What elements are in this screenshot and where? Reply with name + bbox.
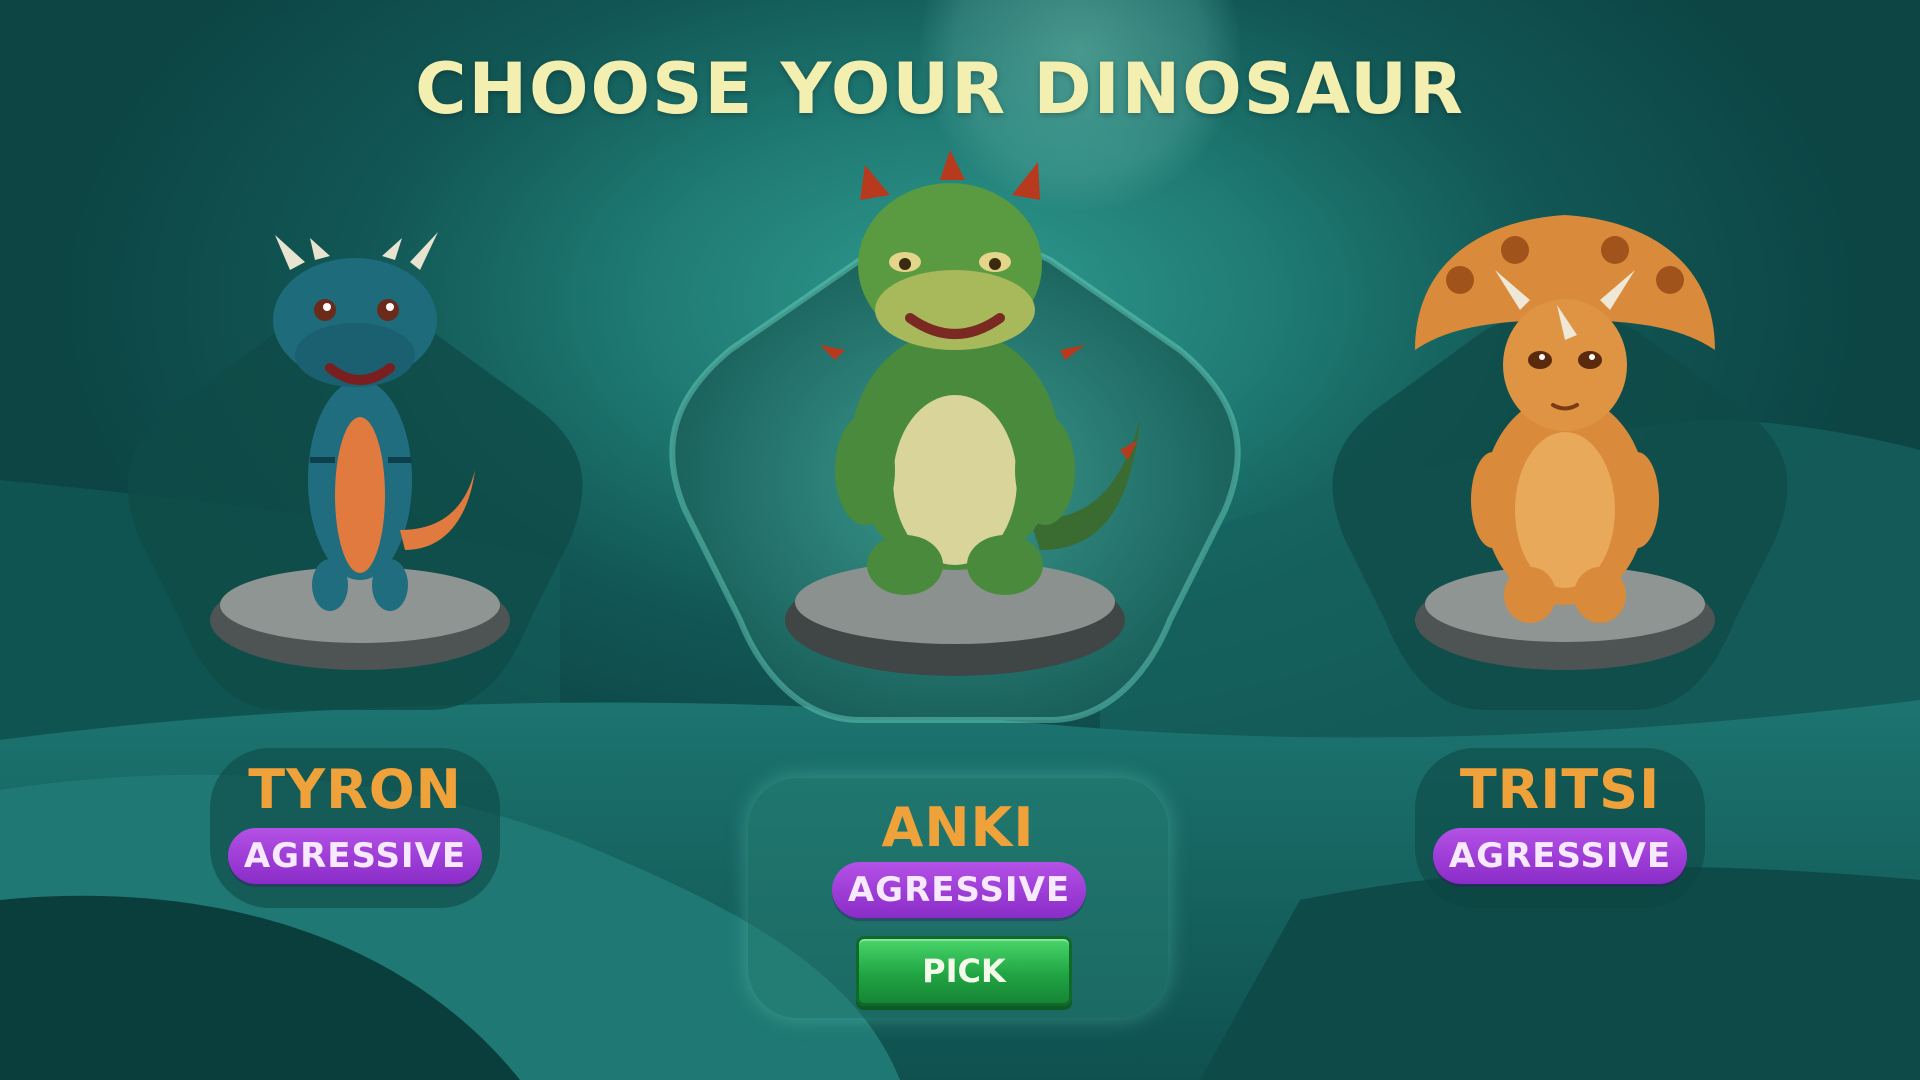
pick-button[interactable]: PICK [856, 936, 1072, 1006]
character-name: ANKI [881, 796, 1035, 859]
trait-badge: AGRESSIVE [228, 828, 482, 884]
character-name: TRITSI [1459, 758, 1661, 821]
character-card-tritsi[interactable] [1325, 200, 1795, 720]
character-name: TYRON [248, 758, 462, 821]
character-card-anki[interactable] [660, 150, 1250, 730]
page-title: CHOOSE YOUR DINOSAUR [415, 48, 1465, 130]
character-select-screen: CHOOSE YOUR DINOSAUR TYRON AGRESSIVE ANK… [0, 0, 1920, 1080]
character-card-tyron[interactable] [120, 220, 590, 720]
trait-badge: AGRESSIVE [1433, 828, 1687, 884]
trait-badge: AGRESSIVE [832, 862, 1086, 918]
